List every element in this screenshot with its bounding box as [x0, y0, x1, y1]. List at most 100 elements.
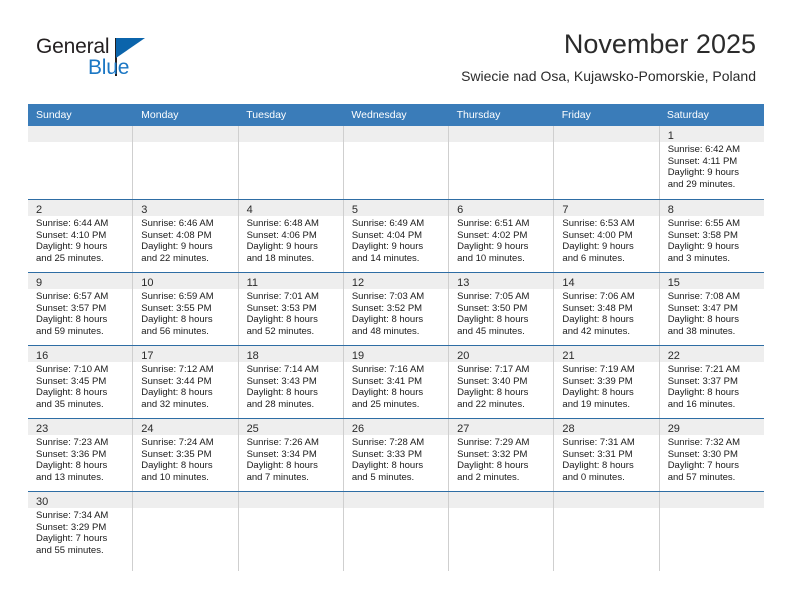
- day-number-band: 26: [343, 419, 449, 435]
- calendar-day-cell-2[interactable]: 2 Sunrise: 6:44 AM Sunset: 4:10 PM Daylight…: [28, 200, 134, 272]
- day-number-band: 12: [343, 273, 449, 289]
- daylight-text-line1: Daylight: 8 hours: [457, 314, 529, 326]
- calendar-day-cell-17[interactable]: 17 Sunrise: 7:12 AM Sunset: 3:44 PM Dayligh…: [133, 346, 239, 418]
- day-number: 15: [667, 277, 680, 289]
- day-sun-info: [344, 142, 448, 144]
- day-number-band: 25: [238, 419, 343, 435]
- day-number-band: 17: [133, 346, 238, 362]
- calendar-day-cell-9[interactable]: 9 Sunrise: 6:57 AM Sunset: 3:57 PM Daylight…: [28, 273, 134, 345]
- calendar-day-cell-21[interactable]: 21 Sunrise: 7:19 AM Sunset: 3:39 PM Dayligh…: [554, 346, 660, 418]
- calendar-day-cell-empty[interactable]: [343, 126, 450, 199]
- calendar-day-cell-empty[interactable]: [449, 126, 555, 199]
- calendar-day-cell-3[interactable]: 3 Sunrise: 6:46 AM Sunset: 4:08 PM Daylight…: [133, 200, 239, 272]
- calendar-day-cell-29[interactable]: 29 Sunrise: 7:32 AM Sunset: 3:30 PM Dayligh…: [659, 419, 764, 491]
- calendar-day-cell-16[interactable]: 16 Sunrise: 7:10 AM Sunset: 3:45 PM Dayligh…: [28, 346, 134, 418]
- calendar-day-cell-empty[interactable]: [554, 126, 660, 199]
- day-number: 30: [36, 496, 49, 508]
- calendar-day-cell-7[interactable]: 7 Sunrise: 6:53 AM Sunset: 4:00 PM Daylight…: [554, 200, 660, 272]
- day-sun-info: Sunrise: 7:16 AM Sunset: 3:41 PM Daylight:…: [344, 362, 448, 410]
- day-number-band: [659, 492, 764, 508]
- sunrise-text: Sunrise: 6:49 AM: [351, 218, 425, 229]
- sunset-text: Sunset: 3:52 PM: [351, 302, 423, 314]
- day-number-band: 9: [28, 273, 133, 289]
- calendar-day-cell-24[interactable]: 24 Sunrise: 7:24 AM Sunset: 3:35 PM Dayligh…: [133, 419, 239, 491]
- calendar-day-cell-empty[interactable]: [238, 492, 344, 571]
- calendar-day-cell-18[interactable]: 18 Sunrise: 7:14 AM Sunset: 3:43 PM Dayligh…: [238, 346, 344, 418]
- general-blue-logo[interactable]: General Blue: [36, 36, 156, 84]
- day-number: 18: [246, 350, 259, 362]
- day-number-band: 15: [659, 273, 764, 289]
- daylight-text-line2: and 48 minutes.: [351, 325, 420, 337]
- calendar-day-cell-empty[interactable]: [449, 492, 555, 571]
- calendar-day-cell-4[interactable]: 4 Sunrise: 6:48 AM Sunset: 4:06 PM Daylight…: [238, 200, 344, 272]
- sunrise-text: Sunrise: 7:14 AM: [246, 364, 319, 375]
- daylight-text-line2: and 2 minutes.: [457, 471, 520, 483]
- daylight-text-line2: and 42 minutes.: [562, 325, 631, 337]
- calendar-grid: Sunday Monday Tuesday Wednesday Thursday Frid…: [28, 104, 764, 571]
- calendar-day-cell-25[interactable]: 25 Sunrise: 7:26 AM Sunset: 3:34 PM Dayligh…: [238, 419, 344, 491]
- day-sun-info: Sunrise: 6:46 AM Sunset: 4:08 PM Daylight:…: [133, 216, 237, 264]
- day-number-band: 27: [449, 419, 554, 435]
- sunrise-text: Sunrise: 7:10 AM: [36, 364, 109, 375]
- calendar-day-cell-14[interactable]: 14 Sunrise: 7:06 AM Sunset: 3:48 PM Dayligh…: [554, 273, 660, 345]
- calendar-day-cell-22[interactable]: 22 Sunrise: 7:21 AM Sunset: 3:37 PM Dayligh…: [659, 346, 764, 418]
- sunrise-text: Sunrise: 7:03 AM: [351, 291, 425, 302]
- sunrise-text: Sunrise: 6:53 AM: [562, 218, 635, 229]
- calendar-day-cell-empty[interactable]: [133, 492, 239, 571]
- calendar-day-cell-10[interactable]: 10 Sunrise: 6:59 AM Sunset: 3:55 PM Dayligh…: [133, 273, 239, 345]
- sunset-text: Sunset: 4:08 PM: [141, 229, 212, 241]
- calendar-day-cell-20[interactable]: 20 Sunrise: 7:17 AM Sunset: 3:40 PM Dayligh…: [449, 346, 555, 418]
- calendar-day-cell-1[interactable]: 1 Sunrise: 6:42 AM Sunset: 4:11 PM Daylight…: [659, 126, 764, 199]
- calendar-day-cell-5[interactable]: 5 Sunrise: 6:49 AM Sunset: 4:04 PM Daylight…: [343, 200, 450, 272]
- day-sun-info: Sunrise: 7:29 AM Sunset: 3:32 PM Daylight:…: [449, 435, 553, 483]
- calendar-day-cell-empty[interactable]: [133, 126, 239, 199]
- calendar-day-cell-12[interactable]: 12 Sunrise: 7:03 AM Sunset: 3:52 PM Dayligh…: [343, 273, 450, 345]
- calendar-day-cell-11[interactable]: 11 Sunrise: 7:01 AM Sunset: 3:53 PM Dayligh…: [238, 273, 344, 345]
- daylight-text-line2: and 56 minutes.: [141, 325, 209, 337]
- day-sun-info: Sunrise: 6:53 AM Sunset: 4:00 PM Daylight:…: [554, 216, 658, 264]
- calendar-day-cell-empty[interactable]: [659, 492, 764, 571]
- day-number-band: 6: [449, 200, 554, 216]
- day-number: 2: [36, 204, 43, 216]
- daylight-text-line2: and 59 minutes.: [36, 325, 104, 337]
- day-number: 26: [351, 423, 365, 435]
- calendar-day-cell-empty[interactable]: [554, 492, 660, 571]
- calendar-day-cell-15[interactable]: 15 Sunrise: 7:08 AM Sunset: 3:47 PM Dayligh…: [659, 273, 764, 345]
- calendar-day-cell-27[interactable]: 27 Sunrise: 7:29 AM Sunset: 3:32 PM Dayligh…: [449, 419, 555, 491]
- calendar-day-cell-28[interactable]: 28 Sunrise: 7:31 AM Sunset: 3:31 PM Dayligh…: [554, 419, 660, 491]
- day-number-band: [343, 492, 449, 508]
- day-sun-info: Sunrise: 7:01 AM Sunset: 3:53 PM Daylight:…: [239, 289, 343, 337]
- sunrise-text: Sunrise: 6:48 AM: [246, 218, 319, 229]
- day-number-band: [554, 126, 659, 142]
- calendar-day-cell-19[interactable]: 19 Sunrise: 7:16 AM Sunset: 3:41 PM Dayligh…: [343, 346, 450, 418]
- sunset-text: Sunset: 3:41 PM: [351, 375, 423, 387]
- calendar-day-cell-empty[interactable]: [343, 492, 450, 571]
- calendar-day-cell-30[interactable]: 30 Sunrise: 7:34 AM Sunset: 3:29 PM Dayligh…: [28, 492, 134, 571]
- daylight-text-line2: and 22 minutes.: [457, 398, 525, 410]
- calendar-day-cell-13[interactable]: 13 Sunrise: 7:05 AM Sunset: 3:50 PM Dayligh…: [449, 273, 555, 345]
- sunset-text: Sunset: 3:37 PM: [667, 375, 738, 387]
- calendar-page: General Blue November 2025 Swiecie nad O…: [0, 0, 792, 612]
- day-number: 23: [36, 423, 49, 435]
- day-number: 24: [141, 423, 154, 435]
- day-sun-info: Sunrise: 7:08 AM Sunset: 3:47 PM Daylight:…: [660, 289, 764, 337]
- sunset-text: Sunset: 4:02 PM: [457, 229, 528, 241]
- calendar-day-cell-23[interactable]: 23 Sunrise: 7:23 AM Sunset: 3:36 PM Dayligh…: [28, 419, 134, 491]
- calendar-day-cell-empty[interactable]: [28, 126, 134, 199]
- calendar-day-cell-8[interactable]: 8 Sunrise: 6:55 AM Sunset: 3:58 PM Daylight…: [659, 200, 764, 272]
- daylight-text-line1: Daylight: 8 hours: [246, 460, 318, 472]
- day-number: 13: [457, 277, 470, 289]
- day-number: 14: [562, 277, 575, 289]
- sunrise-text: Sunrise: 6:51 AM: [457, 218, 530, 229]
- daylight-text-line2: and 25 minutes.: [36, 252, 104, 264]
- sunset-text: Sunset: 3:44 PM: [141, 375, 212, 387]
- sunset-text: Sunset: 3:50 PM: [457, 302, 528, 314]
- calendar-day-cell-6[interactable]: 6 Sunrise: 6:51 AM Sunset: 4:02 PM Daylight…: [449, 200, 555, 272]
- day-sun-info: Sunrise: 6:44 AM Sunset: 4:10 PM Daylight:…: [28, 216, 132, 264]
- sunrise-text: Sunrise: 7:08 AM: [667, 291, 741, 302]
- calendar-day-cell-26[interactable]: 26 Sunrise: 7:28 AM Sunset: 3:33 PM Dayligh…: [343, 419, 450, 491]
- calendar-day-cell-empty[interactable]: [238, 126, 344, 199]
- daylight-text-line1: Daylight: 7 hours: [667, 460, 739, 472]
- day-number: 7: [562, 204, 569, 216]
- day-number: 28: [562, 423, 575, 435]
